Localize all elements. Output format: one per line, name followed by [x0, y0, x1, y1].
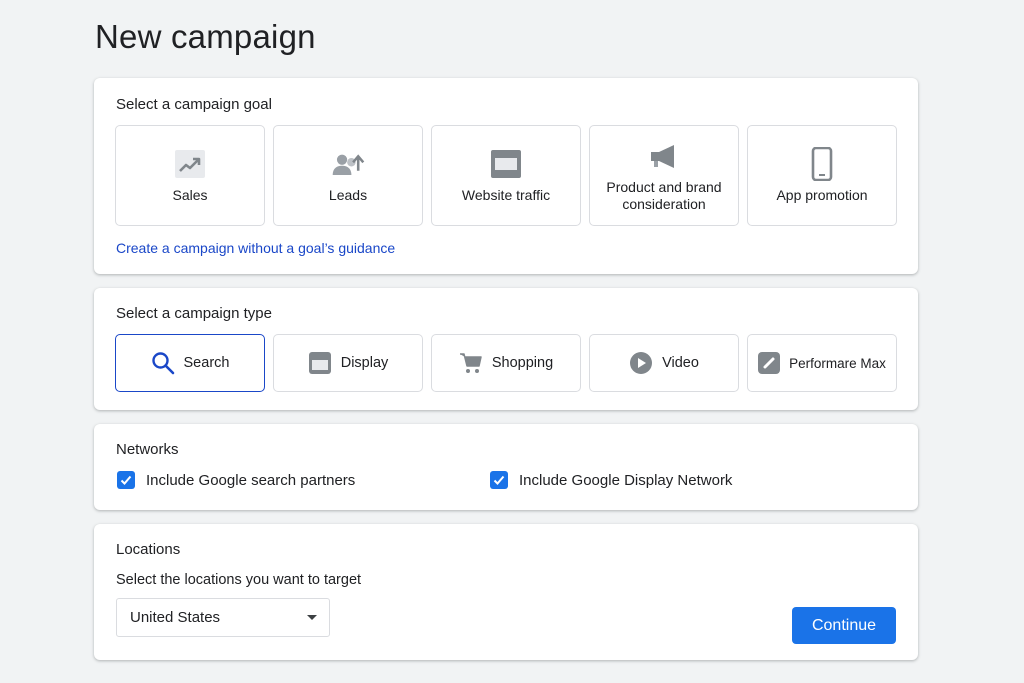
- type-label: Video: [662, 355, 699, 371]
- display-network-label: Include Google Display Network: [519, 471, 733, 489]
- goal-label: Leads: [328, 187, 368, 203]
- goal-options: Sales Leads Website traffic Product and …: [115, 125, 897, 226]
- goal-app-promotion-tile[interactable]: App promotion: [747, 125, 897, 226]
- type-label: Search: [183, 355, 230, 371]
- add-person-icon: [331, 147, 365, 181]
- networks-heading: Networks: [116, 441, 179, 458]
- goal-label: App promotion: [776, 187, 868, 203]
- campaign-type-card: Select a campaign type Search Display Sh…: [94, 288, 918, 410]
- type-shopping-tile[interactable]: Shopping: [431, 334, 581, 392]
- checkmark-icon: [493, 475, 505, 485]
- browser-window-icon: [489, 147, 523, 181]
- goal-sales-tile[interactable]: Sales: [115, 125, 265, 226]
- megaphone-icon: [647, 139, 681, 173]
- goal-leads-tile[interactable]: Leads: [273, 125, 423, 226]
- locations-card: Locations Select the locations you want …: [94, 524, 918, 660]
- cart-icon: [459, 351, 483, 375]
- search-partners-checkbox[interactable]: [117, 471, 135, 489]
- type-options: Search Display Shopping Video Performare…: [115, 334, 897, 392]
- type-label: Shopping: [491, 355, 554, 371]
- type-video-tile[interactable]: Video: [589, 334, 739, 392]
- goal-section-heading: Select a campaign goal: [116, 96, 272, 113]
- goal-label: Product and brand consideration: [606, 178, 722, 212]
- display-icon: [308, 351, 332, 375]
- play-icon: [629, 351, 653, 375]
- networks-card: Networks Include Google search partners …: [94, 424, 918, 510]
- chevron-down-icon: [307, 615, 317, 620]
- location-select[interactable]: United States: [116, 598, 330, 637]
- display-network-option[interactable]: Include Google Display Network: [490, 471, 732, 489]
- locations-subheading: Select the locations you want to target: [116, 572, 362, 588]
- goal-brand-consideration-tile[interactable]: Product and brand consideration: [589, 125, 739, 226]
- trending-up-icon: [173, 147, 207, 181]
- location-select-value: United States: [130, 609, 221, 626]
- locations-heading: Locations: [116, 541, 181, 558]
- type-section-heading: Select a campaign type: [116, 305, 272, 322]
- checkmark-icon: [120, 475, 132, 485]
- search-partners-label: Include Google search partners: [146, 471, 356, 489]
- display-network-checkbox[interactable]: [490, 471, 508, 489]
- continue-button[interactable]: Continue: [792, 607, 896, 644]
- type-display-tile[interactable]: Display: [273, 334, 423, 392]
- type-search-tile[interactable]: Search: [115, 334, 265, 392]
- page-title: New campaign: [95, 18, 316, 55]
- search-icon: [151, 351, 175, 375]
- type-label: Performare Max: [789, 355, 886, 371]
- goal-label: Sales: [172, 187, 208, 203]
- campaign-goal-card: Select a campaign goal Sales Leads Websi…: [94, 78, 918, 274]
- goal-website-traffic-tile[interactable]: Website traffic: [431, 125, 581, 226]
- no-goal-guidance-link[interactable]: Create a campaign without a goal’s guida…: [116, 240, 395, 256]
- search-partners-option[interactable]: Include Google search partners: [117, 471, 355, 489]
- goal-label: Website traffic: [461, 187, 551, 203]
- type-label: Display: [340, 355, 389, 371]
- type-performance-max-tile[interactable]: Performare Max: [747, 334, 897, 392]
- phone-icon: [805, 147, 839, 181]
- link-icon: [758, 352, 781, 374]
